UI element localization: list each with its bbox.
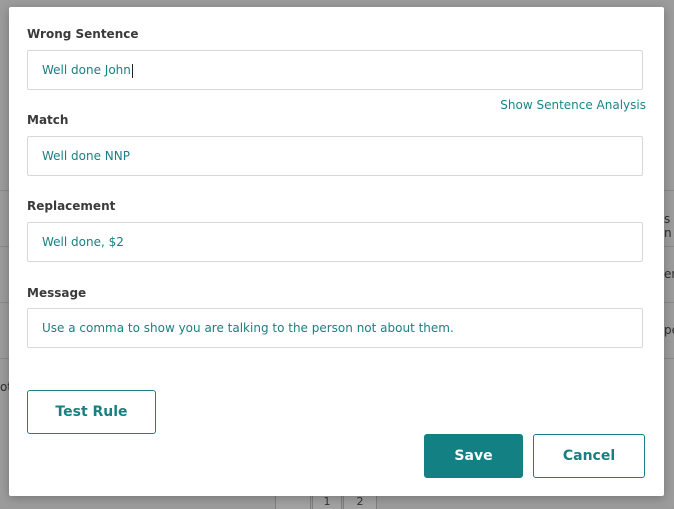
match-value: Well done NNP [42,149,130,163]
cancel-button[interactable]: Cancel [533,434,645,478]
wrong-sentence-label: Wrong Sentence [27,27,139,41]
wrong-sentence-value: Well done John [42,63,131,77]
background-pager-prev [275,494,311,509]
replacement-value: Well done, $2 [42,235,124,249]
background-pager-page: 1 [312,494,342,509]
replacement-label: Replacement [27,199,116,213]
test-rule-button[interactable]: Test Rule [27,390,156,434]
wrong-sentence-input[interactable]: Well done John [27,50,643,90]
background-text-fragment: s n [664,212,672,240]
background-text-fragment: er [664,267,674,281]
message-input[interactable]: Use a comma to show you are talking to t… [27,308,643,348]
match-input[interactable]: Well done NNP [27,136,643,176]
background-text-fragment: pe [664,323,674,337]
message-label: Message [27,286,87,300]
edit-rule-modal: Wrong Sentence Well done John Show Sente… [9,7,664,496]
replacement-input[interactable]: Well done, $2 [27,222,643,262]
show-sentence-analysis-link[interactable]: Show Sentence Analysis [500,98,646,112]
message-value: Use a comma to show you are talking to t… [42,321,454,335]
match-label: Match [27,113,69,127]
save-button[interactable]: Save [424,434,523,478]
background-pager-page: 2 [343,494,377,509]
text-caret [131,63,133,78]
